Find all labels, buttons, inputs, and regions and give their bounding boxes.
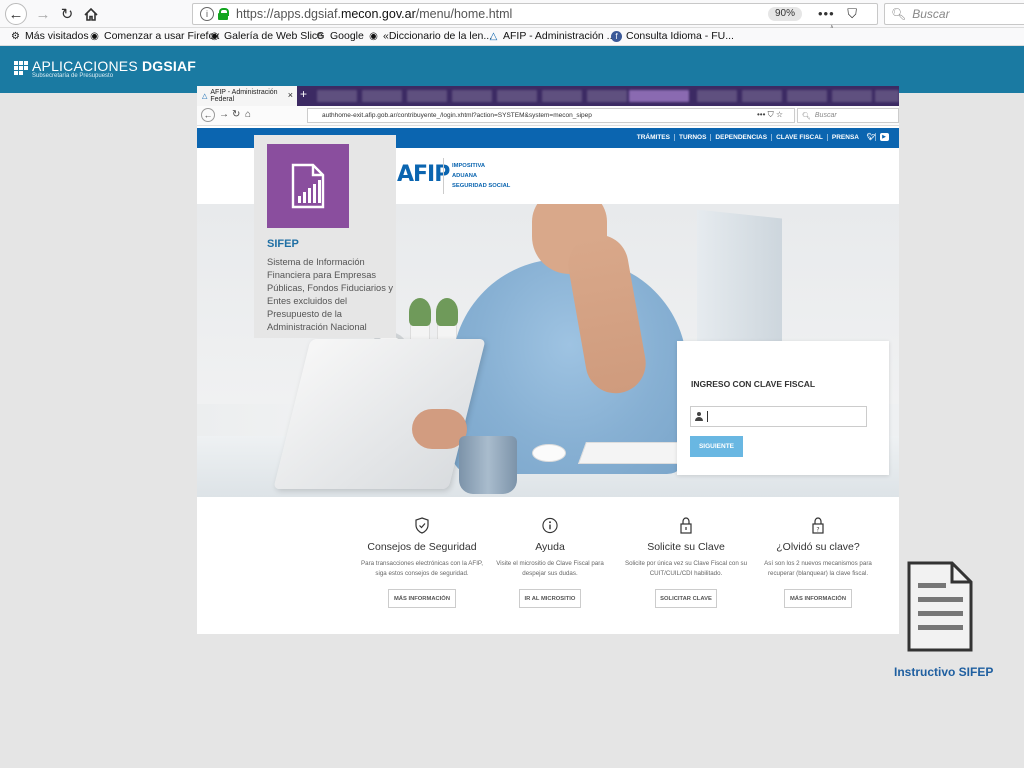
zoom-badge[interactable]: 90% — [768, 7, 803, 21]
app-title[interactable]: APLICACIONES DGSIAF — [32, 58, 196, 74]
sifep-title[interactable]: SIFEP — [267, 238, 299, 250]
lock-question-icon: ? — [810, 516, 826, 534]
arrow-right-icon: → — [35, 5, 51, 23]
sifep-tile[interactable] — [267, 144, 349, 228]
bookmarks-bar: ⚙ Más visitados ◉ Comenzar a usar Firefox … — [0, 28, 1024, 46]
sifep-description: Sistema de Información Financiera para E… — [267, 257, 394, 332]
arrow-left-icon[interactable]: ← — [201, 108, 215, 122]
document-icon[interactable] — [906, 561, 974, 653]
svg-text:?: ? — [816, 526, 819, 533]
back-button[interactable]: ← — [5, 3, 27, 25]
globe-icon: ◉ — [369, 30, 378, 42]
features-row: Consejos de Seguridad Para transacciones… — [357, 516, 897, 626]
user-icon — [695, 412, 703, 421]
app-subtitle: Subsecretaría de Presupuesto — [32, 73, 114, 79]
embedded-toolbar: ← → ↻ ⌂ authhome-exit.afip.gob.ar/contri… — [197, 106, 899, 126]
feature-card: Ayuda Visite el micrositio de Clave Fisc… — [485, 516, 615, 608]
facebook-icon: f — [611, 30, 622, 42]
ir-al-micrositio-button[interactable]: IR AL MICROSITIO — [519, 589, 581, 608]
dgsiaf-logo-icon — [14, 61, 28, 75]
afip-categories: IMPOSITIVA ADUANA SEGURIDAD SOCIAL — [452, 163, 511, 189]
login-panel: INGRESO CON CLAVE FISCAL SIGUIENTE — [677, 341, 889, 475]
google-icon: G — [316, 30, 325, 42]
globe-icon: ◉ — [90, 30, 99, 42]
afip-logo[interactable]: AFIP — [397, 162, 450, 187]
reload-icon[interactable]: ↻ — [232, 109, 240, 120]
afip-icon: △ — [202, 93, 208, 100]
home-icon — [84, 7, 98, 21]
reload-icon: ↻ — [60, 6, 74, 23]
gear-icon: ⚙ — [11, 30, 20, 42]
sifep-card[interactable]: SIFEP Sistema de Información Financiera … — [254, 135, 396, 338]
bookmark-item[interactable]: ◉ «Diccionario de la len... — [368, 30, 492, 42]
arrow-right-icon[interactable]: → — [219, 109, 229, 120]
mas-informacion-button[interactable]: MÁS INFORMACIÓN — [388, 589, 456, 608]
afip-icon: △ — [489, 30, 498, 42]
bookmark-item[interactable]: △ AFIP - Administración ... — [488, 30, 616, 42]
shield-icon — [414, 516, 430, 534]
bookmark-item[interactable]: f Consulta Idioma - FU... — [611, 30, 734, 42]
search-icon: 🔍︎ — [891, 7, 907, 21]
url-text: https://apps.dgsiaf.mecon.gov.ar/menu/ho… — [236, 7, 513, 21]
login-title: INGRESO CON CLAVE FISCAL — [691, 379, 816, 389]
pocket-icon[interactable]: ⛉ — [847, 6, 858, 21]
info-icon[interactable]: i — [200, 7, 214, 21]
forward-button[interactable]: → — [32, 3, 54, 25]
cuit-input[interactable] — [690, 406, 867, 427]
more-icon[interactable]: ••• — [818, 6, 835, 21]
nav-prensa[interactable]: PRENSA — [828, 134, 863, 141]
feature-card: ? ¿Olvidó su clave? Así son los 2 nuevos… — [753, 516, 883, 608]
report-chart-icon — [291, 163, 325, 209]
siguiente-button[interactable]: SIGUIENTE — [690, 436, 743, 457]
feature-card: Solicite su Clave Solicite por única vez… — [621, 516, 751, 608]
nav-turnos[interactable]: TURNOS — [675, 133, 712, 141]
nav-tramites[interactable]: TRÁMITES — [633, 133, 675, 141]
mas-informacion-button[interactable]: MÁS INFORMACIÓN — [784, 589, 852, 608]
nav-clave-fiscal[interactable]: CLAVE FISCAL — [772, 133, 828, 141]
arrow-left-icon: ← — [8, 5, 24, 23]
new-tab-icon[interactable]: + — [300, 87, 307, 101]
browser-toolbar: ← → ↻ i https://apps.dgsiaf.mecon.gov.ar… — [0, 0, 1024, 37]
address-bar[interactable]: i https://apps.dgsiaf.mecon.gov.ar/menu/… — [192, 3, 878, 37]
embedded-tab[interactable]: △ AFIP - Administración Federal × — [197, 86, 297, 106]
youtube-icon[interactable]: ▶ — [880, 133, 889, 141]
twitter-icon[interactable]: 🐦︎ — [867, 133, 876, 141]
bookmark-item[interactable]: ⚙ Más visitados — [10, 30, 89, 42]
lock-icon — [678, 516, 694, 534]
close-icon[interactable]: × — [288, 90, 293, 100]
info-icon — [542, 516, 558, 534]
nav-dependencias[interactable]: DEPENDENCIAS — [711, 133, 773, 141]
reload-button[interactable]: ↻ — [56, 3, 78, 25]
globe-icon: ◉ — [210, 30, 219, 42]
feature-card: Consejos de Seguridad Para transacciones… — [357, 516, 487, 608]
home-button[interactable] — [80, 3, 102, 25]
embedded-search-input[interactable]: 🔍︎ Buscar — [797, 108, 899, 123]
search-icon: 🔍︎ — [802, 112, 811, 120]
instructivo-link[interactable]: Instructivo SIFEP — [894, 665, 993, 679]
bookmark-item[interactable]: ◉ Galería de Web Slice — [209, 30, 323, 42]
home-icon[interactable]: ⌂ — [245, 109, 251, 120]
more-icon[interactable]: ••• ⛉ ☆ — [757, 110, 783, 120]
embedded-address-bar[interactable]: authhome-exit.afip.gob.ar/contribuyente_… — [307, 108, 795, 123]
bookmark-item[interactable]: ◉ Comenzar a usar Firefox — [89, 30, 219, 42]
bookmark-item[interactable]: G Google — [315, 30, 364, 42]
search-input[interactable]: 🔍︎ Buscar — [884, 3, 1024, 25]
solicitar-clave-button[interactable]: SOLICITAR CLAVE — [655, 589, 717, 608]
lock-icon — [218, 8, 229, 20]
embedded-tab-bar: △ AFIP - Administración Federal × + — [197, 86, 899, 106]
